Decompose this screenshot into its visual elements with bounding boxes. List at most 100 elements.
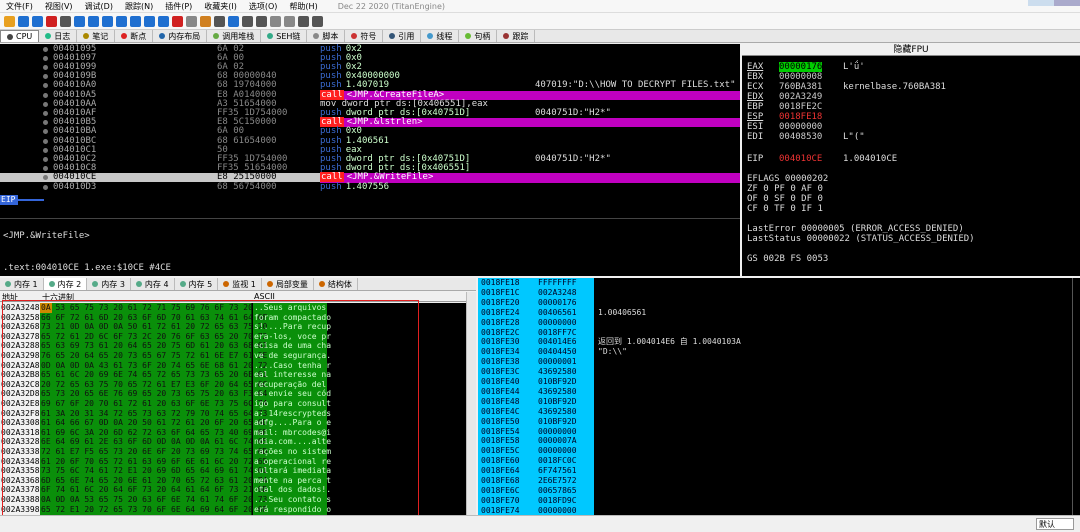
stack-view[interactable]: 0018FE18 FFFFFFFF 0018FE1C 002A3248 0018FE20… [478,278,1080,515]
dump-scrollbar[interactable] [466,292,476,515]
stack-row[interactable]: 0018FE34 00404450 "D:\\" [478,347,1080,357]
breakpoint-dot[interactable] [43,129,48,135]
register-value[interactable]: 00000008 [779,72,822,82]
toolbar-icon-17[interactable] [241,15,253,27]
stack-row[interactable]: 0018FE48 010BF92D [478,397,1080,407]
stack-row[interactable]: 0018FE44 43692580 [478,387,1080,397]
toolbar-icon-19[interactable] [269,15,281,27]
stack-row[interactable]: 0018FE1C 002A3248 [478,288,1080,298]
stack-row[interactable]: 0018FE54 00000000 [478,427,1080,437]
memory-tab-7[interactable]: 结构体 [314,278,358,290]
toolbar-icon-21[interactable] [297,15,309,27]
stack-row[interactable]: 0018FE5C 00000000 [478,446,1080,456]
fpu-toggle[interactable]: 隐藏FPU [742,44,1080,56]
stack-row[interactable]: 0018FE28 00000000 [478,318,1080,328]
register-value[interactable]: 002A3249 [779,92,822,102]
register-value[interactable]: 00000000 [779,122,822,132]
breakpoint-dot[interactable] [43,83,48,89]
stack-row[interactable]: 0018FE50 010BF92D [478,417,1080,427]
menu-item-5[interactable]: 收藏夹(I) [198,1,243,12]
memory-tab-1[interactable]: 内存 2 [43,278,88,290]
stack-row[interactable]: 0018FE18 FFFFFFFF [478,278,1080,288]
menu-item-6[interactable]: 选项(O) [243,1,284,12]
tab-3[interactable]: 断点 [115,30,154,42]
menu-item-4[interactable]: 插件(P) [159,1,198,12]
breakpoint-dot[interactable] [43,156,48,162]
register-edx[interactable]: EDX 002A3249 [747,92,1077,102]
disasm-row[interactable]: 00401095 6A 02 push 0x2 [0,44,740,54]
tab-2[interactable]: 笔记 [77,30,116,42]
register-ebp[interactable]: EBP 0018FE2C [747,102,1077,112]
window-buttons[interactable] [1028,0,1080,6]
toolbar-icon-18[interactable] [255,15,267,27]
toolbar-icon-9[interactable] [129,15,141,27]
register-esp[interactable]: ESP 0018FE18 [747,112,1077,122]
stack-row[interactable]: 0018FE30 004014E6 返回到 1.004014E6 自 1.00401… [478,337,1080,347]
stack-row[interactable]: 0018FE6C 00657865 [478,486,1080,496]
breakpoint-dot[interactable] [43,110,48,116]
breakpoint-dot[interactable] [43,64,48,70]
stack-row[interactable]: 0018FE24 00406561 1.00406561 [478,308,1080,318]
disassembly-view[interactable]: 00401095 6A 02 push 0x2 00401097 6A 00 push 0x0… [0,44,740,218]
memory-tab-2[interactable]: 内存 3 [87,278,131,290]
breakpoint-dot[interactable] [43,138,48,144]
breakpoint-dot[interactable] [43,46,48,52]
memory-tab-4[interactable]: 内存 5 [175,278,219,290]
toolbar-icon-13[interactable] [185,15,197,27]
register-esi[interactable]: ESI 00000000 [747,122,1077,132]
tab-7[interactable]: 脚本 [307,30,346,42]
breakpoint-dot[interactable] [43,74,48,80]
register-value[interactable]: 0018FE18 [779,112,822,122]
register-eax[interactable]: EAX 00000176 L'ǘ' [747,62,1077,72]
stack-row[interactable]: 0018FE68 2E6E7572 [478,476,1080,486]
toolbar-icon-7[interactable] [101,15,113,27]
toolbar-icon-2[interactable] [31,15,43,27]
toolbar-icon-11[interactable] [157,15,169,27]
toolbar-icon-10[interactable] [143,15,155,27]
toolbar-icon-20[interactable] [283,15,295,27]
disasm-row[interactable]: 004010BC 68 61654000 push 1.406561 [0,136,740,146]
toolbar-icon-4[interactable] [59,15,71,27]
toolbar-icon-8[interactable] [115,15,127,27]
menu-item-3[interactable]: 跟踪(N) [119,1,159,12]
menu-item-0[interactable]: 文件(F) [0,1,39,12]
register-eip[interactable]: EIP 004010CE 1.004010CE [747,154,1077,164]
breakpoint-dot[interactable] [43,92,48,98]
breakpoint-dot[interactable] [43,175,48,181]
memory-tab-6[interactable]: 局部变量 [262,278,314,290]
toolbar-icon-22[interactable] [311,15,323,27]
memory-tab-0[interactable]: 内存 1 [0,278,44,290]
stack-row[interactable]: 0018FE38 00000001 [478,357,1080,367]
tab-4[interactable]: 内存布局 [153,30,208,42]
tab-11[interactable]: 句柄 [459,30,498,42]
toolbar-icon-16[interactable] [227,15,239,27]
tab-9[interactable]: 引用 [383,30,422,42]
stack-row[interactable]: 0018FE4C 43692580 [478,407,1080,417]
register-ebx[interactable]: EBX 00000008 [747,72,1077,82]
tab-10[interactable]: 线程 [421,30,460,42]
register-value[interactable]: 760BA381 [779,82,822,92]
tab-8[interactable]: 符号 [345,30,384,42]
breakpoint-dot[interactable] [43,147,48,153]
toolbar-icon-14[interactable] [199,15,211,27]
calling-convention-select[interactable]: 默认 [1036,518,1074,530]
disasm-row[interactable]: 004010B5 E8 5C150000 call <JMP.&lstrlen> [0,117,740,128]
toolbar-icon-1[interactable] [17,15,29,27]
toolbar-icon-6[interactable] [87,15,99,27]
menu-item-7[interactable]: 帮助(H) [283,1,323,12]
register-value[interactable]: 0018FE2C [779,102,822,112]
disasm-row[interactable]: 00401097 6A 00 push 0x0 [0,53,740,63]
stack-row[interactable]: 0018FE20 00000176 [478,298,1080,308]
stack-row[interactable]: 0018FE3C 43692580 [478,367,1080,377]
register-edi[interactable]: EDI 00408530 L"(" [747,132,1077,142]
register-value[interactable]: 004010CE [779,154,822,164]
memory-tab-5[interactable]: 监视 1 [218,278,262,290]
register-ecx[interactable]: ECX 760BA381 kernelbase.760BA381 [747,82,1077,92]
toolbar-icon-12[interactable] [171,15,183,27]
menu-item-2[interactable]: 调试(D) [79,1,119,12]
toolbar-icon-0[interactable] [3,15,15,27]
breakpoint-dot[interactable] [43,55,48,61]
breakpoint-dot[interactable] [43,184,48,190]
registers-panel[interactable]: 隐藏FPU EAX 00000176 L'ǘ' EBX 00000008 ECX 760BA… [742,44,1080,276]
stack-row[interactable]: 0018FE40 010BF92D [478,377,1080,387]
